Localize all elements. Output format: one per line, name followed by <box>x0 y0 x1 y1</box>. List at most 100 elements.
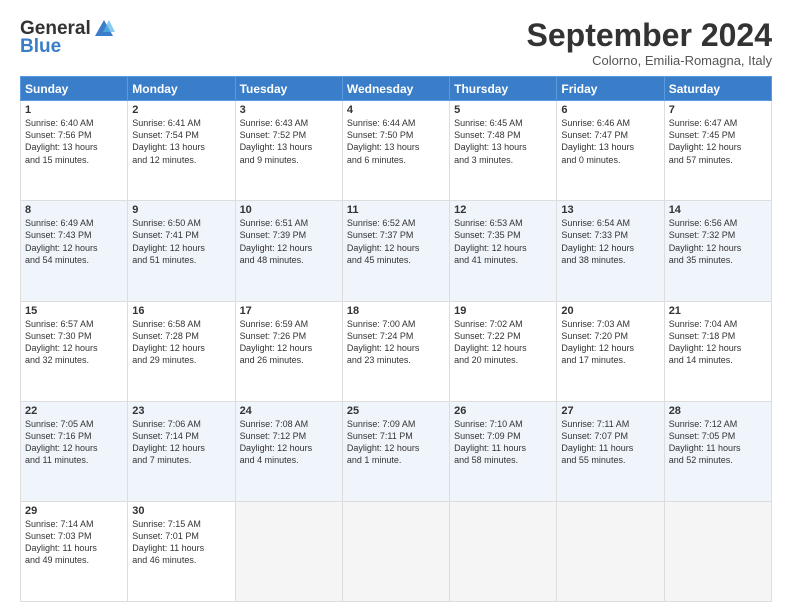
calendar-header-row: SundayMondayTuesdayWednesdayThursdayFrid… <box>21 77 772 101</box>
calendar-day-14: 14Sunrise: 6:56 AM Sunset: 7:32 PM Dayli… <box>664 201 771 301</box>
month-year: September 2024 <box>527 18 772 53</box>
day-header-tuesday: Tuesday <box>235 77 342 101</box>
calendar-day-21: 21Sunrise: 7:04 AM Sunset: 7:18 PM Dayli… <box>664 301 771 401</box>
day-info: Sunrise: 7:03 AM Sunset: 7:20 PM Dayligh… <box>561 318 659 367</box>
calendar-table: SundayMondayTuesdayWednesdayThursdayFrid… <box>20 76 772 602</box>
calendar-day-8: 8Sunrise: 6:49 AM Sunset: 7:43 PM Daylig… <box>21 201 128 301</box>
title-block: September 2024 Colorno, Emilia-Romagna, … <box>527 18 772 68</box>
calendar-day-3: 3Sunrise: 6:43 AM Sunset: 7:52 PM Daylig… <box>235 101 342 201</box>
day-info: Sunrise: 6:47 AM Sunset: 7:45 PM Dayligh… <box>669 117 767 166</box>
calendar-day-29: 29Sunrise: 7:14 AM Sunset: 7:03 PM Dayli… <box>21 501 128 601</box>
calendar-day-27: 27Sunrise: 7:11 AM Sunset: 7:07 PM Dayli… <box>557 401 664 501</box>
calendar-day-26: 26Sunrise: 7:10 AM Sunset: 7:09 PM Dayli… <box>450 401 557 501</box>
calendar-day-24: 24Sunrise: 7:08 AM Sunset: 7:12 PM Dayli… <box>235 401 342 501</box>
day-number: 27 <box>561 405 659 417</box>
calendar-day-12: 12Sunrise: 6:53 AM Sunset: 7:35 PM Dayli… <box>450 201 557 301</box>
day-info: Sunrise: 7:00 AM Sunset: 7:24 PM Dayligh… <box>347 318 445 367</box>
day-number: 7 <box>669 104 767 116</box>
day-number: 25 <box>347 405 445 417</box>
day-number: 23 <box>132 405 230 417</box>
day-number: 5 <box>454 104 552 116</box>
day-header-friday: Friday <box>557 77 664 101</box>
day-number: 2 <box>132 104 230 116</box>
calendar-week-3: 15Sunrise: 6:57 AM Sunset: 7:30 PM Dayli… <box>21 301 772 401</box>
day-header-monday: Monday <box>128 77 235 101</box>
day-info: Sunrise: 7:02 AM Sunset: 7:22 PM Dayligh… <box>454 318 552 367</box>
day-info: Sunrise: 7:11 AM Sunset: 7:07 PM Dayligh… <box>561 418 659 467</box>
day-number: 18 <box>347 305 445 317</box>
day-info: Sunrise: 6:53 AM Sunset: 7:35 PM Dayligh… <box>454 217 552 266</box>
day-number: 6 <box>561 104 659 116</box>
day-info: Sunrise: 6:52 AM Sunset: 7:37 PM Dayligh… <box>347 217 445 266</box>
day-number: 8 <box>25 204 123 216</box>
day-number: 15 <box>25 305 123 317</box>
day-info: Sunrise: 7:10 AM Sunset: 7:09 PM Dayligh… <box>454 418 552 467</box>
day-number: 19 <box>454 305 552 317</box>
calendar-day-11: 11Sunrise: 6:52 AM Sunset: 7:37 PM Dayli… <box>342 201 449 301</box>
day-info: Sunrise: 6:59 AM Sunset: 7:26 PM Dayligh… <box>240 318 338 367</box>
day-info: Sunrise: 7:12 AM Sunset: 7:05 PM Dayligh… <box>669 418 767 467</box>
calendar-day-5: 5Sunrise: 6:45 AM Sunset: 7:48 PM Daylig… <box>450 101 557 201</box>
calendar-day-22: 22Sunrise: 7:05 AM Sunset: 7:16 PM Dayli… <box>21 401 128 501</box>
day-number: 16 <box>132 305 230 317</box>
day-info: Sunrise: 6:43 AM Sunset: 7:52 PM Dayligh… <box>240 117 338 166</box>
calendar-day-2: 2Sunrise: 6:41 AM Sunset: 7:54 PM Daylig… <box>128 101 235 201</box>
day-info: Sunrise: 6:45 AM Sunset: 7:48 PM Dayligh… <box>454 117 552 166</box>
day-number: 10 <box>240 204 338 216</box>
day-header-thursday: Thursday <box>450 77 557 101</box>
day-number: 4 <box>347 104 445 116</box>
calendar-week-4: 22Sunrise: 7:05 AM Sunset: 7:16 PM Dayli… <box>21 401 772 501</box>
day-info: Sunrise: 6:54 AM Sunset: 7:33 PM Dayligh… <box>561 217 659 266</box>
day-number: 29 <box>25 505 123 517</box>
day-number: 17 <box>240 305 338 317</box>
day-info: Sunrise: 7:09 AM Sunset: 7:11 PM Dayligh… <box>347 418 445 467</box>
day-number: 26 <box>454 405 552 417</box>
calendar-day-17: 17Sunrise: 6:59 AM Sunset: 7:26 PM Dayli… <box>235 301 342 401</box>
logo: General Blue <box>20 18 115 58</box>
calendar-day-10: 10Sunrise: 6:51 AM Sunset: 7:39 PM Dayli… <box>235 201 342 301</box>
day-info: Sunrise: 7:15 AM Sunset: 7:01 PM Dayligh… <box>132 518 230 567</box>
calendar-day-18: 18Sunrise: 7:00 AM Sunset: 7:24 PM Dayli… <box>342 301 449 401</box>
day-number: 28 <box>669 405 767 417</box>
calendar-empty <box>557 501 664 601</box>
calendar-day-1: 1Sunrise: 6:40 AM Sunset: 7:56 PM Daylig… <box>21 101 128 201</box>
calendar-week-1: 1Sunrise: 6:40 AM Sunset: 7:56 PM Daylig… <box>21 101 772 201</box>
header: General Blue September 2024 Colorno, Emi… <box>20 18 772 68</box>
day-info: Sunrise: 6:56 AM Sunset: 7:32 PM Dayligh… <box>669 217 767 266</box>
calendar-empty <box>342 501 449 601</box>
calendar-day-30: 30Sunrise: 7:15 AM Sunset: 7:01 PM Dayli… <box>128 501 235 601</box>
calendar-day-25: 25Sunrise: 7:09 AM Sunset: 7:11 PM Dayli… <box>342 401 449 501</box>
day-info: Sunrise: 6:58 AM Sunset: 7:28 PM Dayligh… <box>132 318 230 367</box>
day-info: Sunrise: 6:44 AM Sunset: 7:50 PM Dayligh… <box>347 117 445 166</box>
day-header-saturday: Saturday <box>664 77 771 101</box>
day-header-sunday: Sunday <box>21 77 128 101</box>
day-info: Sunrise: 7:04 AM Sunset: 7:18 PM Dayligh… <box>669 318 767 367</box>
logo-blue: Blue <box>20 36 61 58</box>
calendar-day-20: 20Sunrise: 7:03 AM Sunset: 7:20 PM Dayli… <box>557 301 664 401</box>
day-number: 13 <box>561 204 659 216</box>
calendar-empty <box>235 501 342 601</box>
calendar-day-23: 23Sunrise: 7:06 AM Sunset: 7:14 PM Dayli… <box>128 401 235 501</box>
day-info: Sunrise: 6:49 AM Sunset: 7:43 PM Dayligh… <box>25 217 123 266</box>
day-info: Sunrise: 6:57 AM Sunset: 7:30 PM Dayligh… <box>25 318 123 367</box>
day-number: 11 <box>347 204 445 216</box>
page: General Blue September 2024 Colorno, Emi… <box>0 0 792 612</box>
day-info: Sunrise: 6:46 AM Sunset: 7:47 PM Dayligh… <box>561 117 659 166</box>
calendar-day-16: 16Sunrise: 6:58 AM Sunset: 7:28 PM Dayli… <box>128 301 235 401</box>
day-info: Sunrise: 6:41 AM Sunset: 7:54 PM Dayligh… <box>132 117 230 166</box>
day-header-wednesday: Wednesday <box>342 77 449 101</box>
calendar-day-28: 28Sunrise: 7:12 AM Sunset: 7:05 PM Dayli… <box>664 401 771 501</box>
calendar-week-5: 29Sunrise: 7:14 AM Sunset: 7:03 PM Dayli… <box>21 501 772 601</box>
day-number: 30 <box>132 505 230 517</box>
day-info: Sunrise: 7:05 AM Sunset: 7:16 PM Dayligh… <box>25 418 123 467</box>
calendar-week-2: 8Sunrise: 6:49 AM Sunset: 7:43 PM Daylig… <box>21 201 772 301</box>
logo-icon <box>93 18 115 40</box>
day-info: Sunrise: 6:51 AM Sunset: 7:39 PM Dayligh… <box>240 217 338 266</box>
day-number: 12 <box>454 204 552 216</box>
day-number: 14 <box>669 204 767 216</box>
day-info: Sunrise: 7:06 AM Sunset: 7:14 PM Dayligh… <box>132 418 230 467</box>
day-number: 3 <box>240 104 338 116</box>
calendar-day-15: 15Sunrise: 6:57 AM Sunset: 7:30 PM Dayli… <box>21 301 128 401</box>
day-number: 9 <box>132 204 230 216</box>
day-number: 24 <box>240 405 338 417</box>
